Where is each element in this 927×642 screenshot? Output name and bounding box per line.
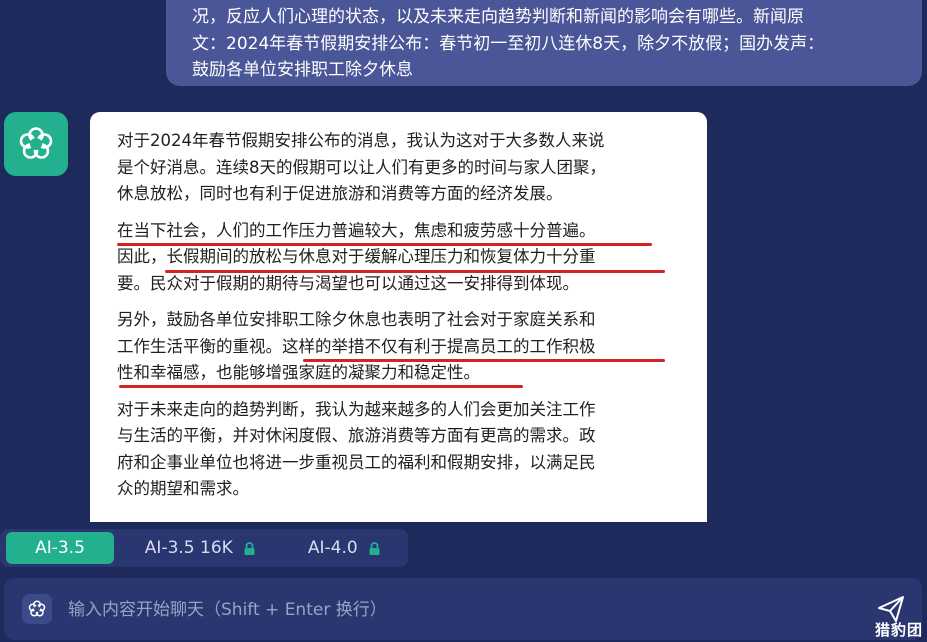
red-underline	[165, 269, 665, 273]
chat-input[interactable]	[66, 592, 830, 628]
red-underline	[119, 385, 523, 388]
flower-icon[interactable]	[22, 594, 52, 624]
user-message-line: 况，反应人们心理的状态，以及未来走向趋势判断和新闻的影响会有哪些。新闻原	[192, 7, 804, 27]
ai-paragraph: 另外，鼓励各单位安排职工除夕休息也表明了社会对于家庭关系和 工作生活平衡的重视。…	[117, 307, 677, 388]
ai-paragraph: 对于2024年春节假期安排公布的消息，我认为这对于大多数人来说 是个好消息。连续…	[117, 128, 677, 208]
ai-text-line: 对于未来走向的趋势判断，我认为越来越多的人们会更加关注工作	[117, 399, 596, 419]
ai-text-line: 性和幸福感，也能够增强家庭的凝聚力和稳定性。	[117, 363, 480, 382]
ai-text-line: 府和企事业单位也将进一步重视员工的福利和假期安排，以满足民	[117, 452, 596, 472]
ai-text-line: 对于2024年春节假期安排公布的消息，我认为这对于大多数人来说	[117, 131, 605, 150]
ai-paragraph: 对于未来走向的趋势判断，我认为越来越多的人们会更加关注工作 与生活的平衡，并对休…	[117, 397, 677, 503]
ai-text-line: 因此，长假期间的放松与休息对于缓解心理压力和恢复体力十分重	[117, 247, 596, 266]
tab-label: AI-3.5	[35, 538, 85, 558]
tab-label: AI-4.0	[307, 538, 358, 558]
chat-input-bar	[4, 578, 922, 640]
ai-text-line: 与生活的平衡，并对休闲度假、旅游消费等方面有更高的需求。政	[117, 426, 596, 445]
ai-message-card: 对于2024年春节假期安排公布的消息，我认为这对于大多数人来说 是个好消息。连续…	[90, 112, 707, 522]
tab-ai-3-5[interactable]: AI-3.5	[6, 532, 114, 564]
ai-avatar	[4, 112, 68, 176]
lock-icon	[244, 541, 255, 555]
ai-text-line: 是个好消息。连续8天的假期可以让人们有更多的时间与家人团聚，	[117, 157, 606, 177]
tab-ai-3-5-16k[interactable]: AI-3.5 16K	[128, 532, 272, 564]
model-selector: AI-3.5 AI-3.5 16K AI-4.0	[0, 529, 408, 567]
ai-text-line: 工作生活平衡的重视。这样的举措不仅有利于提高员工的工作积极	[117, 336, 596, 356]
user-message-line: 文：2024年春节假期安排公布：春节初一至初八连休8天，除夕不放假；国办发声：	[192, 33, 825, 54]
ai-text-line: 休息放松，同时也有利于促进旅游和消费等方面的经济发展。	[117, 184, 563, 203]
ai-text-line: 另外，鼓励各单位安排职工除夕休息也表明了社会对于家庭关系和	[117, 310, 596, 329]
red-underline	[117, 242, 652, 246]
tab-label: AI-3.5 16K	[144, 538, 233, 558]
red-underline	[303, 359, 665, 362]
user-message-bubble: 况，反应人们心理的状态，以及未来走向趋势判断和新闻的影响会有哪些。新闻原 文：2…	[166, 0, 922, 86]
watermark: 猎豹团	[874, 621, 923, 639]
ai-paragraph: 在当下社会，人们的工作压力普遍较大，焦虑和疲劳感十分普遍。 因此，长假期间的放松…	[117, 218, 677, 298]
lock-icon	[369, 541, 380, 555]
ai-text-line: 要。民众对于假期的期待与渴望也可以通过这一安排得到体现。	[117, 273, 579, 293]
user-message-line: 鼓励各单位安排职工除夕休息	[192, 60, 413, 80]
tab-ai-4-0[interactable]: AI-4.0	[290, 532, 398, 564]
ai-text-line: 在当下社会，人们的工作压力普遍较大，焦虑和疲劳感十分普遍。	[117, 220, 596, 240]
ai-text-line: 众的期望和需求。	[117, 479, 249, 498]
flower-icon	[19, 127, 53, 159]
